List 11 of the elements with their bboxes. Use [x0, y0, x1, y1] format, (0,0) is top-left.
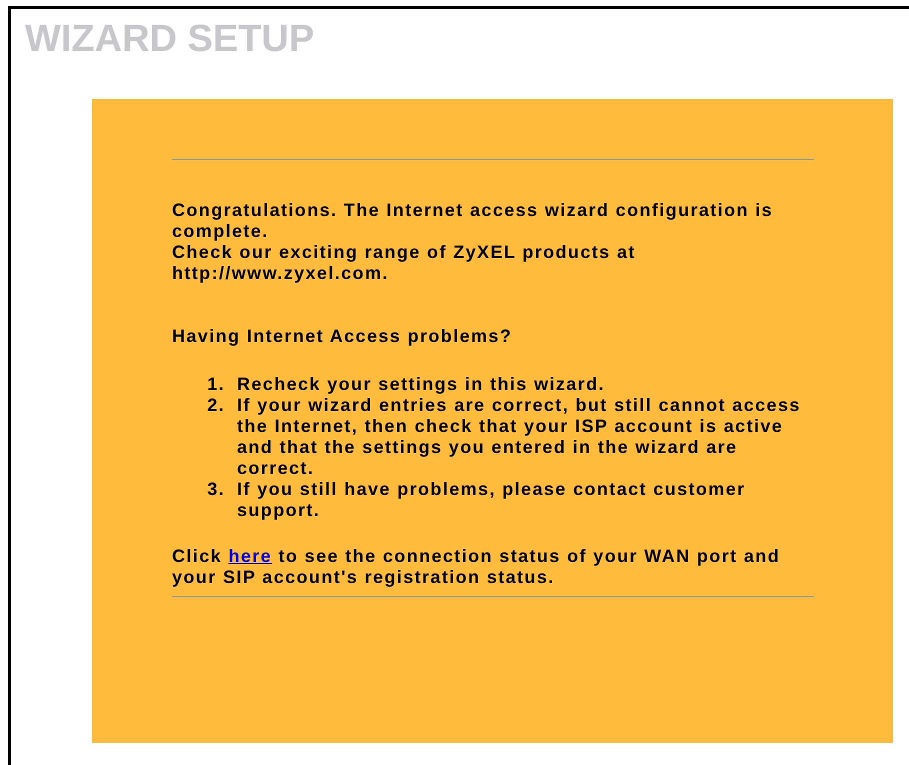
problems-heading: Having Internet Access problems? — [172, 326, 512, 347]
step-number: 3. — [207, 479, 226, 501]
message-text: Congratulations. The Internet access wizard configuration is complete. — [172, 200, 774, 242]
step-text: Recheck your settings in this wizard. — [237, 374, 606, 395]
here-link[interactable]: here — [228, 546, 272, 566]
step-text: If your wizard entries are correct, but still cannot access the Internet, then check that your ISP account is active and that the settings you entered in the wizard are correct. — [237, 395, 802, 479]
step-text: If you still have problems, please contact customer support. — [237, 479, 747, 521]
footer-text: Click here to see the connection status of your WAN port and your SIP account's registration status. — [172, 546, 782, 588]
step-number: 2. — [207, 395, 226, 417]
message-text: Check our exciting range of ZyXEL products at http://www.zyxel.com. — [172, 242, 637, 284]
step-number: 1. — [207, 374, 226, 395]
